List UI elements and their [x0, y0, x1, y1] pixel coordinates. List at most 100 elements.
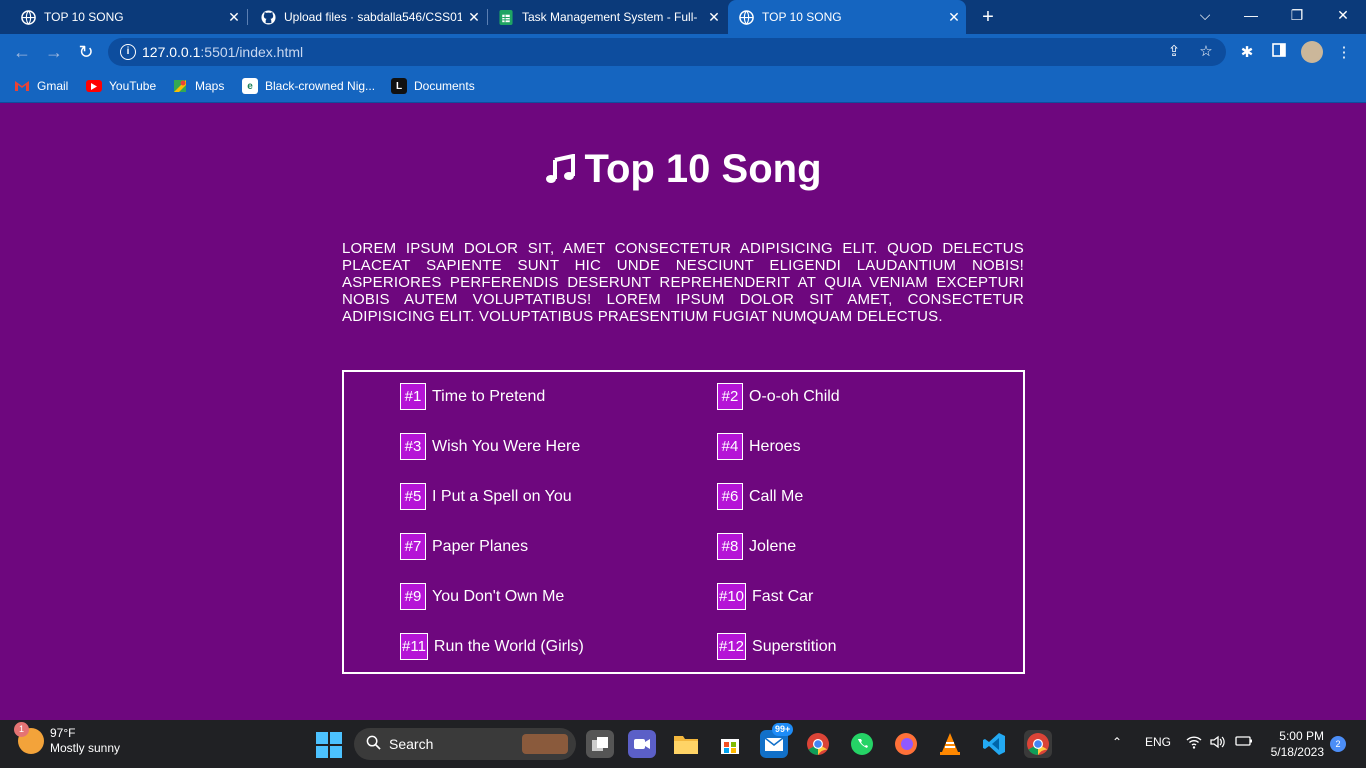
new-tab-button[interactable]: + [976, 4, 1000, 30]
maps-icon [172, 78, 188, 94]
microsoft-store-icon[interactable] [716, 730, 744, 758]
rank-badge: #9 [400, 583, 426, 610]
minimize-button[interactable]: — [1228, 0, 1274, 30]
url-host: 127.0.0.1 [142, 44, 201, 60]
menu-dots-icon[interactable]: ⋮ [1333, 42, 1355, 64]
song-item[interactable]: #3 Wish You Were Here [400, 433, 580, 460]
info-icon[interactable]: i [120, 44, 136, 60]
tab-upload-files[interactable]: Upload files · sabdalla546/CSS01 ✕ [248, 0, 486, 34]
teams-chat-icon[interactable] [628, 730, 656, 758]
mail-icon[interactable]: 99+ [760, 723, 794, 758]
back-arrow-icon[interactable]: ← [10, 40, 34, 64]
whatsapp-icon[interactable] [848, 730, 876, 758]
close-window-button[interactable]: ✕ [1320, 0, 1366, 30]
song-item[interactable]: #12 Superstition [717, 633, 837, 660]
sheets-icon [498, 9, 514, 25]
bookmark-documents[interactable]: L Documents [391, 76, 475, 96]
close-icon[interactable]: ✕ [702, 9, 726, 26]
search-label: Search [389, 736, 434, 752]
rank-badge: #4 [717, 433, 743, 460]
weather-condition: Mostly sunny [50, 741, 121, 755]
tab-strip: TOP 10 SONG ✕ Upload files · sabdalla546… [0, 0, 1366, 34]
globe-icon [738, 9, 754, 25]
song-item[interactable]: #1 Time to Pretend [400, 383, 545, 410]
bookmark-maps[interactable]: Maps [172, 76, 224, 96]
windows-taskbar: 1 97°F Mostly sunny Search 99+ ⌃ ENG 5:0… [0, 720, 1366, 768]
rank-badge: #10 [717, 583, 747, 610]
song-item[interactable]: #11 Run the World (Girls) [400, 633, 584, 660]
side-panel-icon[interactable] [1268, 42, 1290, 64]
bookmark-label: Gmail [37, 79, 69, 93]
song-item[interactable]: #5 I Put a Spell on You [400, 483, 572, 510]
restore-button[interactable]: ❐ [1274, 0, 1320, 30]
tab-title: TOP 10 SONG [762, 10, 842, 24]
song-item[interactable]: #10 Fast Car [717, 583, 813, 610]
forward-arrow-icon[interactable]: → [42, 40, 66, 64]
vlc-icon[interactable] [936, 730, 964, 758]
bookmarks-bar: Gmail YouTube Maps e Black-crowned Nig..… [0, 70, 1366, 103]
extensions-icon[interactable]: ✱ [1236, 42, 1258, 64]
bookmark-label: Maps [195, 79, 225, 93]
share-icon[interactable]: ⇪ [1164, 42, 1184, 62]
song-item[interactable]: #6 Call Me [717, 483, 803, 510]
task-view-icon[interactable] [586, 730, 614, 758]
close-icon[interactable]: ✕ [942, 9, 966, 26]
song-item[interactable]: #4 Heroes [717, 433, 801, 460]
rank-badge: #3 [400, 433, 426, 460]
bookmark-black-crowned[interactable]: e Black-crowned Nig... [242, 76, 375, 96]
firefox-icon[interactable] [892, 730, 920, 758]
tab-search-chevron-icon[interactable]: ⌵ [1182, 0, 1228, 30]
rank-badge: #6 [717, 483, 743, 510]
start-button[interactable] [316, 732, 342, 758]
tab-task-management[interactable]: Task Management System - Full- ✕ [488, 0, 726, 34]
page-title-text: Top 10 Song [584, 147, 822, 191]
tab-top10-active[interactable]: TOP 10 SONG ✕ [728, 0, 966, 34]
profile-avatar[interactable] [1301, 41, 1323, 63]
wifi-icon[interactable] [1186, 735, 1202, 752]
mail-badge: 99+ [772, 723, 794, 736]
gmail-icon [14, 78, 30, 94]
bookmark-label: YouTube [109, 79, 157, 93]
song-title: Heroes [749, 437, 801, 455]
star-icon[interactable]: ☆ [1196, 42, 1216, 62]
chrome-icon[interactable] [804, 730, 832, 758]
battery-icon[interactable] [1235, 735, 1253, 750]
song-item[interactable]: #7 Paper Planes [400, 533, 528, 560]
tab-title: TOP 10 SONG [44, 10, 124, 24]
address-bar[interactable]: i 127.0.0.1:5501/index.html ⇪ ☆ [108, 38, 1226, 66]
close-icon[interactable]: ✕ [462, 9, 486, 26]
song-item[interactable]: #8 Jolene [717, 533, 796, 560]
github-icon [260, 9, 276, 25]
rank-badge: #8 [717, 533, 743, 560]
reload-icon[interactable]: ↻ [74, 40, 98, 64]
globe-icon [20, 9, 36, 25]
file-explorer-icon[interactable] [672, 730, 700, 758]
vscode-icon[interactable] [980, 730, 1008, 758]
song-item[interactable]: #9 You Don't Own Me [400, 583, 564, 610]
song-list: #1 Time to Pretend #2 O-o-oh Child #3 Wi… [342, 370, 1025, 674]
rank-badge: #2 [717, 383, 743, 410]
close-icon[interactable]: ✕ [222, 9, 246, 26]
bookmark-youtube[interactable]: YouTube [86, 76, 156, 96]
song-title: Superstition [752, 637, 837, 655]
volume-icon[interactable] [1210, 735, 1226, 752]
song-title: You Don't Own Me [432, 587, 565, 605]
language-indicator[interactable]: ENG [1145, 735, 1171, 749]
tab-top10-1[interactable]: TOP 10 SONG ✕ [0, 0, 246, 34]
song-title: Wish You Were Here [432, 437, 581, 455]
docs-icon: L [391, 78, 407, 94]
song-title: Call Me [749, 487, 804, 505]
clock-time: 5:00 PM [1279, 729, 1324, 743]
taskbar-clock[interactable]: 5:00 PM 5/18/2023 [1262, 728, 1324, 760]
browser-toolbar: ← → ↻ i 127.0.0.1:5501/index.html ⇪ ☆ ✱ … [0, 34, 1366, 70]
clock-date: 5/18/2023 [1270, 745, 1324, 759]
song-item[interactable]: #2 O-o-oh Child [717, 383, 840, 410]
description-text: Lorem ipsum dolor sit, amet consectetur … [342, 240, 1024, 325]
bookmark-gmail[interactable]: Gmail [14, 76, 68, 96]
taskbar-search[interactable]: Search [354, 728, 576, 760]
notification-badge[interactable]: 2 [1330, 736, 1346, 752]
chevron-up-icon[interactable]: ⌃ [1112, 735, 1122, 749]
song-title: Fast Car [752, 587, 814, 605]
chrome-active-icon[interactable] [1024, 730, 1052, 758]
weather-widget[interactable]: 1 97°F Mostly sunny [14, 722, 121, 756]
